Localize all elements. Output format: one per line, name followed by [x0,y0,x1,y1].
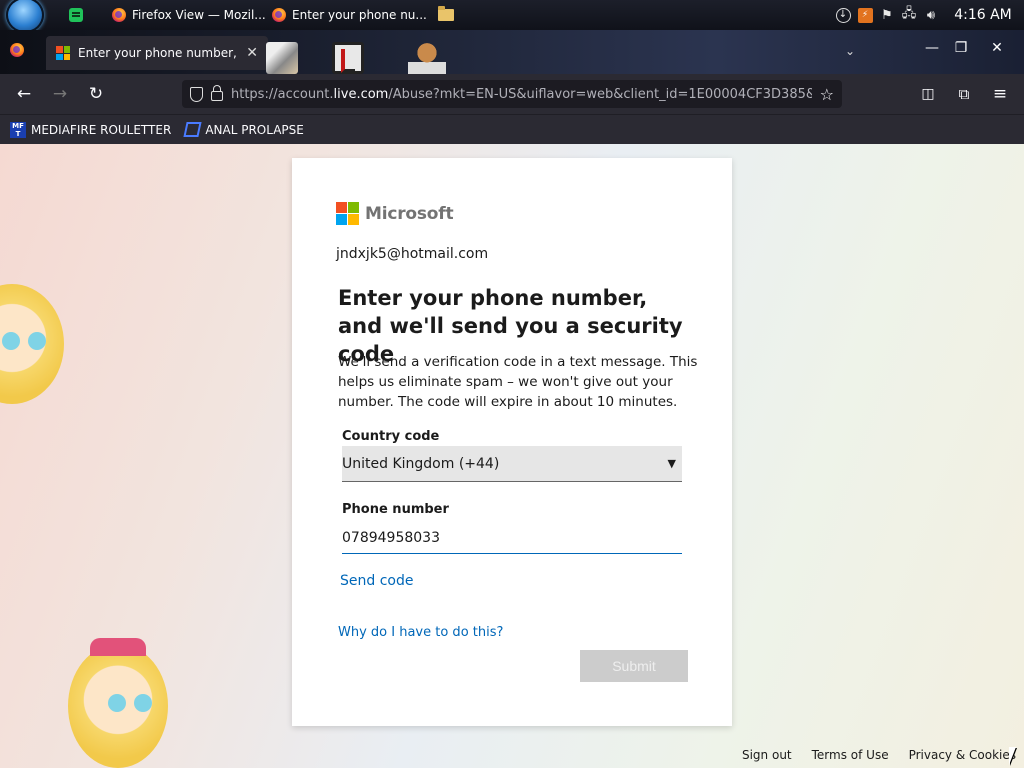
url-text[interactable]: https://account.live.com/Abuse?mkt=EN-US… [231,87,812,102]
submit-button[interactable]: Submit [580,650,688,682]
reload-icon[interactable]: ↻ [83,82,109,106]
extensions-puzzle-icon[interactable]: ⧉ [951,82,977,106]
tray-volume[interactable]: 🔊︎ [920,0,942,30]
url-path: /Abuse?mkt=EN-US&uiflavor=web&client_id=… [388,86,812,102]
bookmark-label: ANAL PROLAPSE [205,122,304,137]
lock-icon[interactable] [211,85,223,101]
start-button[interactable] [6,0,44,33]
volume-icon: 🔊︎ [926,7,936,23]
firefox-icon[interactable] [10,43,24,57]
bookmark-favicon-icon [183,122,202,137]
browser-nav-bar: ← → ↻ https://account.live.com/Abuse?mkt… [0,74,1024,114]
taskbar-app-label: Firefox View — Mozil... [132,8,266,22]
page-background: Microsoft jndxjk5@hotmail.com Enter your… [0,144,1024,768]
flag-icon: ⚑ [881,7,893,23]
app-orange-icon: ⚡ [857,7,873,23]
mouse-cursor-icon [1009,747,1016,765]
network-icon: 🖧 [901,6,917,21]
phone-number-label: Phone number [342,502,449,517]
url-domain: live.com [333,86,389,102]
country-code-label: Country code [342,429,440,444]
download-icon: ↓ [835,7,851,23]
privacy-cookies-link[interactable]: Privacy & Cookies [909,748,1016,762]
terms-of-use-link[interactable]: Terms of Use [812,748,889,762]
browser-tab-strip: Enter your phone number, and ✕ ⌄ — ❐ ✕ [0,30,1024,78]
list-tabs-chevron-icon[interactable]: ⌄ [845,44,855,58]
tab-title: Enter your phone number, and [78,46,238,60]
firefox-icon [272,8,286,22]
system-tray: ↓ ⚡ ⚑ 🖧 🔊︎ 4:16 AM [832,0,1024,30]
folder-icon [438,6,454,21]
country-code-select[interactable]: United Kingdom (+44) ▼ [342,446,682,482]
close-icon[interactable]: ✕ [246,45,258,61]
tray-network[interactable]: 🖧 [898,0,920,30]
tab-enter-phone[interactable]: Enter your phone number, and ✕ [46,36,268,70]
bookmark-star-icon[interactable]: ☆ [820,85,834,104]
desktop-thumbnail [332,42,364,74]
send-code-link[interactable]: Send code [340,573,413,589]
minimize-icon[interactable]: — [919,38,945,58]
country-code-value: United Kingdom (+44) [342,455,500,472]
bookmark-mediafire[interactable]: MF T MEDIAFIRE ROULETTER [10,121,172,138]
close-window-icon[interactable]: ✕ [984,38,1010,58]
security-code-card: Microsoft jndxjk5@hotmail.com Enter your… [292,158,732,726]
clock[interactable]: 4:16 AM [942,7,1024,23]
background-character-image [68,638,168,768]
desktop-thumbnail [266,42,298,74]
url-bar[interactable]: https://account.live.com/Abuse?mkt=EN-US… [182,80,842,108]
firefox-icon [112,8,126,22]
phone-number-input[interactable] [342,522,682,554]
chevron-down-icon: ▼ [667,457,676,470]
pocket-icon[interactable]: ◫ [915,82,941,106]
description-text: We'll send a verification code in a text… [338,354,698,410]
taskbar-app-label: Enter your phone nu... [292,8,427,22]
hamburger-menu-icon[interactable]: ≡ [987,82,1013,106]
bookmark-label: MEDIAFIRE ROULETTER [31,122,172,137]
sign-out-link[interactable]: Sign out [742,748,792,762]
why-link[interactable]: Why do I have to do this? [338,625,503,640]
microsoft-logo: Microsoft [336,202,454,225]
tray-download[interactable]: ↓ [832,0,854,30]
forward-arrow-icon[interactable]: → [47,82,73,106]
tray-app[interactable]: ⚡ [854,0,876,30]
microsoft-favicon-icon [56,46,70,60]
tray-flag[interactable]: ⚑ [876,0,898,30]
pinned-file-explorer[interactable] [432,3,460,27]
maximize-icon[interactable]: ❐ [948,38,974,58]
mediafire-favicon-icon: MF T [10,121,26,138]
background-character-image [0,284,64,404]
os-taskbar: Firefox View — Mozil... Enter your phone… [0,0,1024,33]
account-email: jndxjk5@hotmail.com [336,246,489,262]
back-arrow-icon[interactable]: ← [11,82,37,106]
bookmark-second[interactable]: ANAL PROLAPSE [183,122,304,137]
microsoft-logo-icon [336,202,359,225]
microsoft-wordmark: Microsoft [365,203,454,224]
url-prefix: https://account. [231,86,334,102]
taskbar-app-firefox-view[interactable]: Firefox View — Mozil... [108,3,270,27]
taskbar-app-enter-phone[interactable]: Enter your phone nu... [268,3,431,27]
tracking-protection-shield-icon[interactable] [190,86,203,102]
page-footer: Sign out Terms of Use Privacy & Cookies [742,748,1016,762]
desktop-thumbnail [408,42,446,78]
pinned-chat-app[interactable] [62,3,90,27]
chat-icon [69,8,83,22]
bookmarks-bar: MF T MEDIAFIRE ROULETTER ANAL PROLAPSE [0,114,1024,144]
